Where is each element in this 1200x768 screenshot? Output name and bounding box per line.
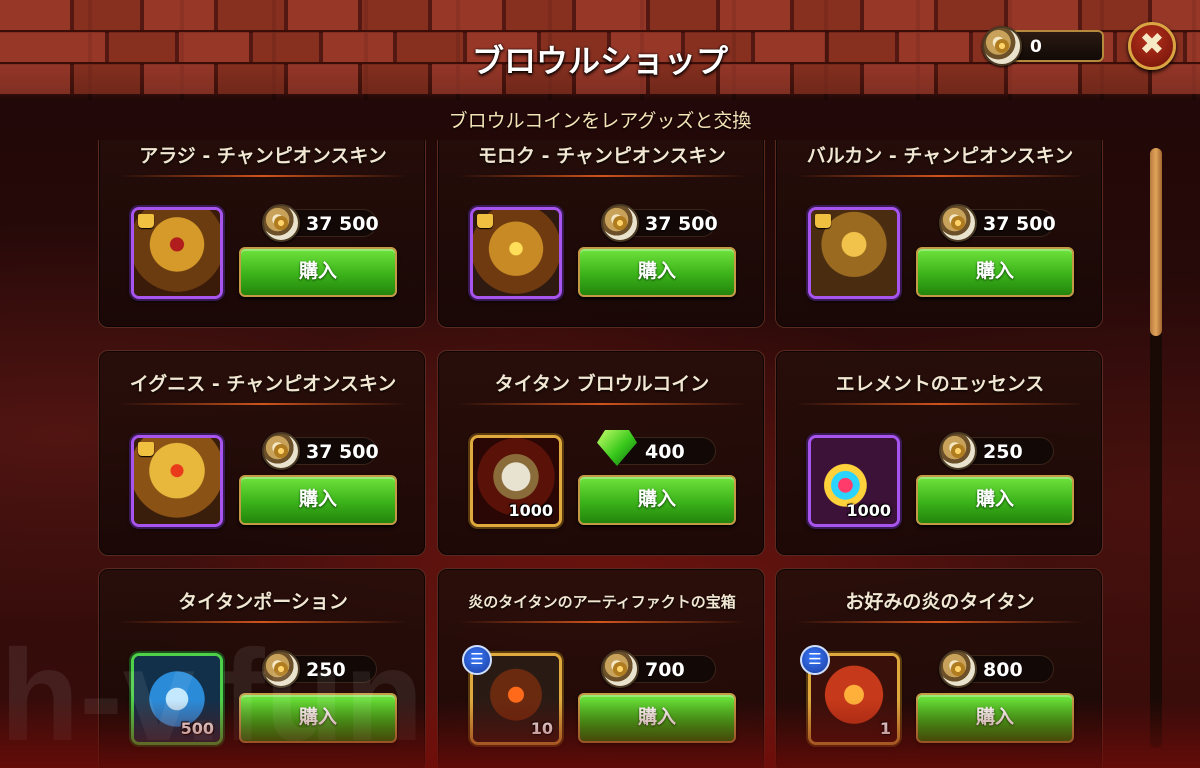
item-icon[interactable] [808,207,900,299]
close-button[interactable]: ✖ [1128,22,1176,70]
item-icon[interactable]: 1000 [808,435,900,527]
price-tag: 250 [262,650,377,688]
buy-button[interactable]: 購入 [578,475,736,525]
brawl-coin-icon [982,26,1022,66]
divider [796,403,1084,405]
price-tag: 37 500 [262,204,379,242]
brawl-coin-icon [262,432,300,470]
skin-shirt-icon [477,214,493,228]
item-name: イグニス - チャンピオンスキン [129,373,397,395]
shop-item-card: モロク - チャンピオンスキン 37 500 購入 [437,140,765,328]
divider [796,175,1084,177]
item-icon[interactable]: 500 [131,653,223,745]
skin-shirt-icon [138,442,154,456]
shop-item-card: エレメントのエッセンス 1000 250 購入 [775,350,1103,556]
item-icon[interactable] [470,207,562,299]
buy-button[interactable]: 購入 [916,247,1074,297]
item-name: 炎のタイタンのアーティファクトの宝箱 [468,593,736,611]
divider [458,403,746,405]
shop-grid: アラジ - チャンピオンスキン 37 500 購入 モロク - チャンピオンスキ… [98,140,1104,768]
scrollbar[interactable] [1150,148,1162,748]
buy-button[interactable]: 購入 [239,475,397,525]
shop-item-card: 炎のタイタンのアーティファクトの宝箱 10 ☰ 700 購入 [437,568,765,768]
item-name: モロク - チャンピオンスキン [478,145,726,167]
price-tag: 400 [597,430,716,466]
buy-button[interactable]: 購入 [578,247,736,297]
buy-button[interactable]: 購入 [239,693,397,743]
price-tag: 37 500 [939,204,1056,242]
list-info-icon[interactable]: ☰ [462,645,492,675]
brawl-coin-icon [601,204,639,242]
divider [458,621,746,623]
item-quantity: 500 [180,719,214,738]
currency-amount: 0 [1030,37,1042,57]
shop-item-card: お好みの炎のタイタン 1 ☰ 800 購入 [775,568,1103,768]
price-tag: 700 [601,650,716,688]
item-quantity: 1000 [508,501,553,520]
price-amount: 700 [645,659,685,681]
shop-item-card: バルカン - チャンピオンスキン 37 500 購入 [775,140,1103,328]
buy-button[interactable]: 購入 [916,475,1074,525]
item-quantity: 10 [530,719,553,738]
price-amount: 37 500 [983,213,1056,235]
skin-shirt-icon [138,214,154,228]
item-name: お好みの炎のタイタン [845,591,1035,613]
brawl-coin-icon [601,650,639,688]
emerald-icon [597,430,637,466]
currency-balance[interactable]: 0 [982,26,1104,66]
shop-item-card: タイタン ブロウルコイン 1000 400 購入 [437,350,765,556]
item-icon[interactable] [131,435,223,527]
brawl-coin-icon [939,432,977,470]
price-tag: 37 500 [262,432,379,470]
divider [119,175,407,177]
buy-button[interactable]: 購入 [578,693,736,743]
skin-shirt-icon [815,214,831,228]
brawl-coin-icon [262,204,300,242]
item-icon[interactable] [131,207,223,299]
price-amount: 250 [306,659,346,681]
brawl-coin-icon [262,650,300,688]
item-name: エレメントのエッセンス [835,373,1045,395]
item-quantity: 1000 [846,501,891,520]
price-tag: 37 500 [601,204,718,242]
divider [119,621,407,623]
item-name: タイタン ブロウルコイン [494,373,710,395]
buy-button[interactable]: 購入 [916,693,1074,743]
shop-item-card: タイタンポーション 500 250 購入 [98,568,426,768]
item-name: アラジ - チャンピオンスキン [139,145,387,167]
buy-button[interactable]: 購入 [239,247,397,297]
price-tag: 800 [939,650,1054,688]
brawl-coin-icon [939,204,977,242]
divider [119,403,407,405]
divider [458,175,746,177]
item-name: バルカン - チャンピオンスキン [806,145,1074,167]
price-amount: 400 [645,441,685,463]
price-tag: 250 [939,432,1054,470]
brawl-coin-icon [939,650,977,688]
item-quantity: 1 [879,719,891,738]
shop-item-card: イグニス - チャンピオンスキン 37 500 購入 [98,350,426,556]
price-amount: 37 500 [306,441,379,463]
price-amount: 250 [983,441,1023,463]
price-amount: 37 500 [645,213,718,235]
price-amount: 800 [983,659,1023,681]
price-amount: 37 500 [306,213,379,235]
scrollbar-thumb[interactable] [1150,148,1162,336]
list-info-icon[interactable]: ☰ [800,645,830,675]
page-subtitle: ブロウルコインをレアグッズと交換 [448,110,752,132]
item-icon[interactable]: 1000 [470,435,562,527]
item-name: タイタンポーション [178,591,348,613]
shop-item-card: アラジ - チャンピオンスキン 37 500 購入 [98,140,426,328]
divider [796,621,1084,623]
